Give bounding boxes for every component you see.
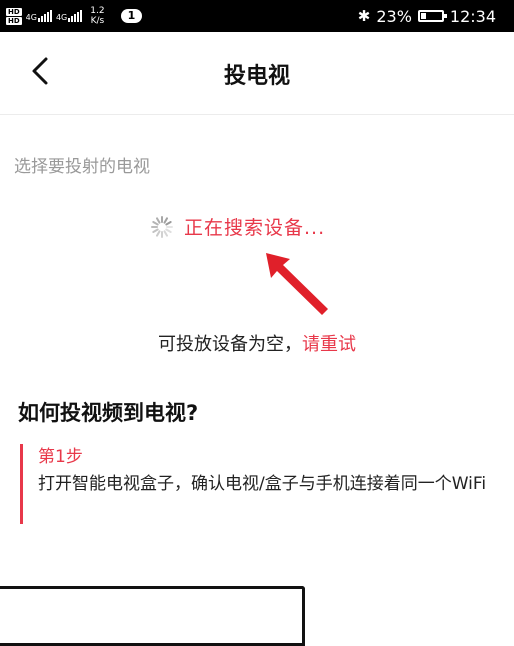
speed-unit: K/s — [90, 16, 105, 26]
network-type-label: 4G — [55, 13, 68, 22]
hd-indicators: HD HD — [6, 7, 22, 25]
hd-badge: HD — [6, 16, 22, 25]
signal-1: 4G — [26, 10, 52, 22]
nav-divider — [0, 114, 514, 115]
status-bar: HD HD 4G 4G 1.2 K/s 1 ✱ 23% 12:34 — [0, 0, 514, 32]
step-description: 打开智能电视盒子，确认电视/盒子与手机连接着同一个WiFi — [38, 474, 487, 494]
step-1: 第1步 打开智能电视盒子，确认电视/盒子与手机连接着同一个WiFi — [20, 442, 510, 524]
spinner-tick — [152, 228, 159, 233]
spinner-tick — [152, 220, 159, 225]
spinner-tick — [163, 216, 168, 224]
signal-bars-icon — [68, 10, 83, 22]
hd-badge: HD — [6, 7, 22, 16]
network-type-label: 4G — [25, 13, 37, 22]
speed-value: 1.2 — [90, 6, 105, 16]
status-right: ✱ 23% 12:34 — [358, 0, 496, 32]
annotation-arrow-icon — [266, 253, 328, 315]
notification-count-badge: 1 — [120, 9, 143, 23]
empty-devices-message: 可投放设备为空，请重试 — [0, 330, 514, 356]
spinner-tick — [156, 229, 161, 237]
spinner-tick — [156, 216, 161, 224]
clock: 12:34 — [449, 6, 496, 26]
battery-fill — [420, 13, 426, 19]
section-label: 选择要投射的电视 — [14, 157, 150, 177]
bluetooth-icon: ✱ — [357, 7, 371, 25]
empty-text: 可投放设备为空， — [158, 334, 302, 355]
loading-spinner-icon — [151, 215, 173, 238]
searching-text: 正在搜索设备... — [184, 217, 326, 239]
spinner-tick — [163, 229, 168, 237]
signal-2: 4G — [55, 10, 83, 22]
step-accent-bar — [20, 444, 23, 524]
battery-percent: 23% — [376, 6, 412, 26]
howto-title: 如何投视频到电视? — [18, 401, 199, 425]
signal-bars-icon — [37, 10, 52, 22]
retry-link[interactable]: 请重试 — [302, 334, 356, 355]
step-label: 第1步 — [38, 447, 83, 467]
network-speed: 1.2 K/s — [90, 6, 104, 26]
nav-bar: 投电视 — [0, 32, 514, 114]
spinner-tick — [165, 228, 172, 233]
searching-status: 正在搜索设备... — [150, 213, 325, 240]
battery-icon — [417, 10, 447, 22]
spinner-tick — [165, 220, 172, 225]
page-title: 投电视 — [223, 64, 290, 89]
bottom-card — [0, 586, 305, 646]
status-left: HD HD 4G 4G 1.2 K/s 1 — [6, 0, 143, 32]
